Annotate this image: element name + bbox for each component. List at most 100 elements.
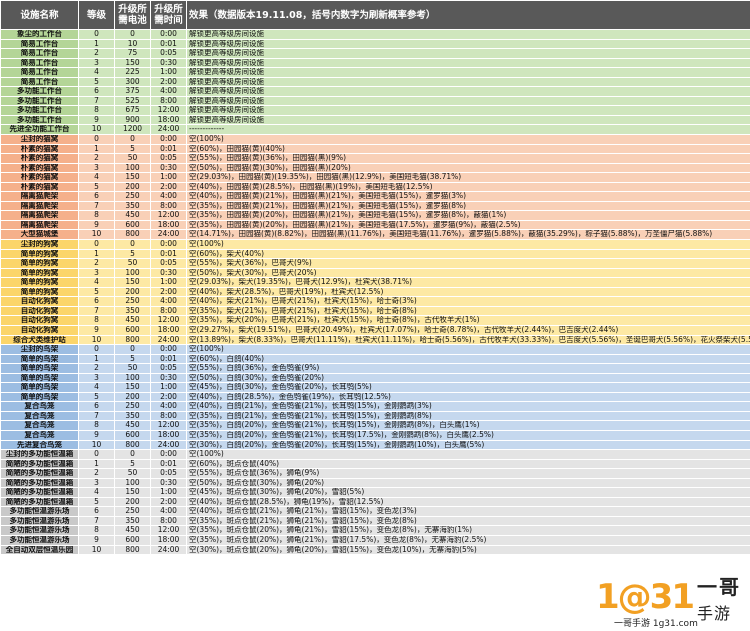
facility-name-cell: 复合鸟笼: [0, 401, 79, 412]
level-cell: 2: [78, 153, 115, 164]
level-cell: 10: [78, 439, 115, 451]
facility-name-cell: 简陋的多功能恒温箱: [0, 477, 79, 489]
level-cell: 0: [78, 29, 115, 40]
time-cell: 0:05: [150, 48, 187, 59]
effect-cell: 空(14.71%)，田园猫(黄)(8.82%)，田园猫(黑)(11.76%)，美…: [186, 229, 750, 241]
effect-cell: 空(55%)，柴犬(36%)，巴哥犬(9%): [186, 258, 750, 269]
effect-cell: 解锁更高等级房间设施: [186, 48, 750, 59]
battery-cell: 250: [114, 191, 151, 202]
level-cell: 7: [78, 95, 115, 107]
header-name: 设施名称: [0, 0, 79, 30]
facility-name-cell: 简易工作台: [0, 57, 79, 69]
effect-cell: 空(13.89%)，柴犬(8.33%)，巴哥犬(11.11%)，杜宾犬(11.1…: [186, 334, 750, 346]
effect-cell: 空(29.03%)，柴犬(19.35%)，巴哥犬(12.9%)，杜宾犬(38.7…: [186, 277, 750, 288]
level-cell: 3: [78, 372, 115, 384]
level-cell: 4: [78, 67, 115, 78]
battery-cell: 0: [114, 344, 151, 355]
table-row: 复合鸟笼 8 450 12:00 空(35%)，白鸽(20%)，金色鸮雀(21%)，长耳…: [0, 420, 750, 431]
battery-cell: 150: [114, 277, 151, 288]
facility-name-cell: 多功能工作台: [0, 86, 79, 97]
level-cell: 10: [78, 544, 115, 556]
battery-cell: 10: [114, 38, 151, 50]
table-row: 隔离猫爬架 8 450 12:00 空(35%)，田园猫(黄)(20%)，田园猫(黑)(…: [0, 210, 750, 221]
table-row: 朴素的猫窝 1 5 0:01 空(60%)，田园猫(黄)(40%): [0, 143, 750, 155]
battery-cell: 800: [114, 229, 151, 241]
facility-name-cell: 简单的狗窝: [0, 267, 79, 279]
level-cell: 2: [78, 363, 115, 374]
effect-cell: 空(35%)，田园猫(黄)(20%)，田园猫(黑)(21%)，美国短毛猫(17.…: [186, 219, 750, 231]
battery-cell: 800: [114, 334, 151, 346]
level-cell: 2: [78, 468, 115, 479]
facility-name-cell: 简单的狗窝: [0, 286, 79, 298]
effect-cell: 空(45%)，斑点仓鼠(30%)，狮龟(20%)，雪貂(5%): [186, 487, 750, 498]
time-cell: 0:01: [150, 353, 187, 365]
time-cell: 1:00: [150, 277, 187, 288]
facility-name-cell: 尘封的多功能恒温箱: [0, 449, 79, 460]
table-row: 多功能恒温游乐场 7 350 8:00 空(35%)，斑点仓鼠(21%)，狮龟(21%)…: [0, 515, 750, 527]
battery-cell: 450: [114, 210, 151, 221]
table-row: 多功能工作台 7 525 8:00 解锁更高等级房间设施: [0, 95, 750, 107]
level-cell: 1: [78, 143, 115, 155]
time-cell: 24:00: [150, 334, 187, 346]
facility-name-cell: 朴素的猫窝: [0, 172, 79, 183]
effect-cell: 空(40%)，柴犬(21%)，巴哥犬(21%)，杜宾犬(15%)，哈士奇(3%): [186, 296, 750, 307]
battery-cell: 50: [114, 468, 151, 479]
level-cell: 3: [78, 267, 115, 279]
table-row: 自动化狗窝 6 250 4:00 空(40%)，柴犬(21%)，巴哥犬(21%)，杜宾犬…: [0, 296, 750, 307]
level-cell: 4: [78, 487, 115, 498]
level-cell: 5: [78, 181, 115, 193]
battery-cell: 450: [114, 315, 151, 326]
table-row: 简单的鸟架 5 200 2:00 空(40%)，白鸽(28.5%)，金色鸮雀(19%)，…: [0, 391, 750, 403]
time-cell: 0:00: [150, 449, 187, 460]
battery-cell: 50: [114, 153, 151, 164]
table-row: 简易工作台 2 75 0:05 解锁更高等级房间设施: [0, 48, 750, 59]
time-cell: 0:30: [150, 57, 187, 69]
battery-cell: 150: [114, 57, 151, 69]
table-row: 简单的狗窝 4 150 1:00 空(29.03%)，柴犬(19.35%)，巴哥犬(12…: [0, 277, 750, 288]
watermark-logo: 1@31 一哥 手游 一哥手游 1g31.com: [596, 567, 746, 630]
level-cell: 6: [78, 191, 115, 202]
facility-name-cell: 朴素的猫窝: [0, 143, 79, 155]
time-cell: 8:00: [150, 410, 187, 422]
time-cell: 24:00: [150, 124, 187, 135]
effect-cell: 空(55%)，白鸽(36%)，金色鸮雀(9%): [186, 363, 750, 374]
table-row: 简单的狗窝 3 100 0:30 空(50%)，柴犬(30%)，巴哥犬(20%): [0, 267, 750, 279]
table-row: 简单的鸟架 4 150 1:00 空(45%)，白鸽(30%)，金色鸮雀(20%)，长耳…: [0, 382, 750, 393]
table-row: 复合鸟笼 6 250 4:00 空(40%)，白鸽(21%)，金色鸮雀(21%)，长耳鸮…: [0, 401, 750, 412]
header-battery: 升级所需电池: [114, 0, 151, 30]
facility-name-cell: 朴素的猫窝: [0, 162, 79, 174]
facility-name-cell: 隔离猫爬架: [0, 219, 79, 231]
facility-table: 设施名称 等级 升级所需电池 升级所需时间 效果（数据版本19.11.08，括号…: [0, 0, 750, 556]
effect-cell: 解锁更高等级房间设施: [186, 105, 750, 116]
level-cell: 8: [78, 420, 115, 431]
table-row: 先进复合鸟笼 10 800 24:00 空(30%)，白鸽(20%)，金色鸮雀(20%)…: [0, 439, 750, 451]
time-cell: 0:00: [150, 134, 187, 145]
table-row: 象尘的工作台 0 0 0:00 解锁更高等级房间设施: [0, 29, 750, 40]
time-cell: 1:00: [150, 382, 187, 393]
effect-cell: 空(30%)，白鸽(20%)，金色鸮雀(20%)，长耳鸮(15%)，金刚鹦鹉(1…: [186, 439, 750, 451]
logo-line1: 一哥: [696, 574, 741, 599]
time-cell: 0:01: [150, 143, 187, 155]
table-row: 多功能工作台 8 675 12:00 解锁更高等级房间设施: [0, 105, 750, 116]
time-cell: 8:00: [150, 515, 187, 527]
effect-cell: 空(40%)，白鸽(21%)，金色鸮雀(21%)，长耳鸮(15%)，金刚鹦鹉(3…: [186, 401, 750, 412]
facility-name-cell: 简陋的多功能恒温箱: [0, 458, 79, 470]
effect-cell: 空(50%)，田园猫(黄)(30%)，田园猫(黑)(20%): [186, 162, 750, 174]
facility-name-cell: 简易工作台: [0, 48, 79, 59]
facility-name-cell: 简陋的多功能恒温箱: [0, 496, 79, 508]
level-cell: 2: [78, 258, 115, 269]
header-level: 等级: [78, 0, 115, 30]
facility-name-cell: 综合犬类维护站: [0, 334, 79, 346]
level-cell: 5: [78, 391, 115, 403]
facility-name-cell: 大型猫城堡: [0, 229, 79, 241]
table-row: 简单的鸟架 2 50 0:05 空(55%)，白鸽(36%)，金色鸮雀(9%): [0, 363, 750, 374]
facility-name-cell: 象尘的工作台: [0, 29, 79, 40]
effect-cell: 解锁更高等级房间设施: [186, 29, 750, 40]
table-row: 简易工作台 5 300 2:00 解锁更高等级房间设施: [0, 76, 750, 88]
time-cell: 0:30: [150, 477, 187, 489]
battery-cell: 800: [114, 439, 151, 451]
level-cell: 0: [78, 344, 115, 355]
battery-cell: 150: [114, 172, 151, 183]
facility-name-cell: 自动化狗窝: [0, 324, 79, 336]
table-row: 尘封的多功能恒温箱 0 0 0:00 空(100%): [0, 449, 750, 460]
